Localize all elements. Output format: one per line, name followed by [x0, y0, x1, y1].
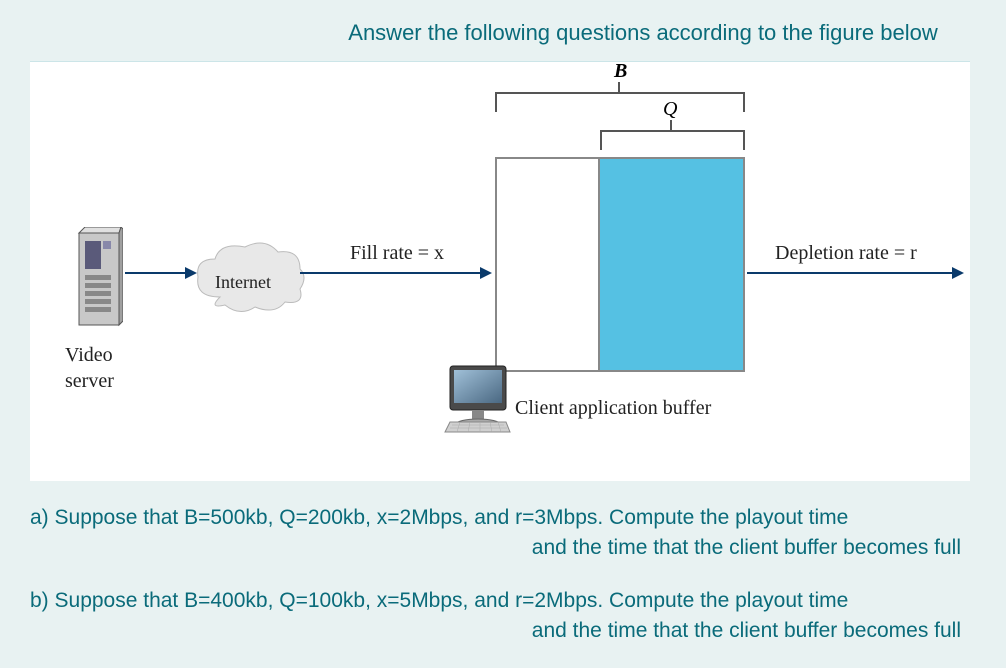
arrow-fill-rate [300, 272, 490, 274]
question-b-line1: b) Suppose that B=400kb, Q=100kb, x=5Mbp… [30, 589, 848, 612]
arrow-server-to-cloud [125, 272, 195, 274]
question-a: a) Suppose that B=500kb, Q=200kb, x=2Mbp… [30, 503, 976, 564]
buffer-fill [598, 159, 743, 370]
fill-rate-label: Fill rate = x [350, 242, 444, 265]
depletion-label: Depletion rate = r [775, 242, 917, 265]
server-icon [75, 227, 123, 337]
question-a-line1: a) Suppose that B=500kb, Q=200kb, x=2Mbp… [30, 506, 848, 529]
figure-container: Video server Internet Fill rate = x B Q … [30, 61, 970, 481]
b-label: B [614, 60, 627, 83]
buffer-box [495, 157, 745, 372]
question-a-line2: and the time that the client buffer beco… [30, 533, 976, 563]
monitor-icon [440, 362, 518, 445]
question-b-line2: and the time that the client buffer beco… [30, 616, 976, 646]
cloud-label: Internet [215, 272, 271, 293]
question-b: b) Suppose that B=400kb, Q=100kb, x=5Mbp… [30, 586, 976, 647]
b-bracket [495, 92, 745, 112]
q-label: Q [663, 98, 677, 121]
page-title: Answer the following questions according… [30, 20, 976, 46]
q-bracket [600, 130, 745, 150]
b-tick [618, 82, 620, 94]
buffer-label: Client application buffer [515, 397, 711, 420]
server-label: Video server [65, 342, 114, 394]
arrow-depletion-rate [747, 272, 962, 274]
q-tick [670, 120, 672, 132]
